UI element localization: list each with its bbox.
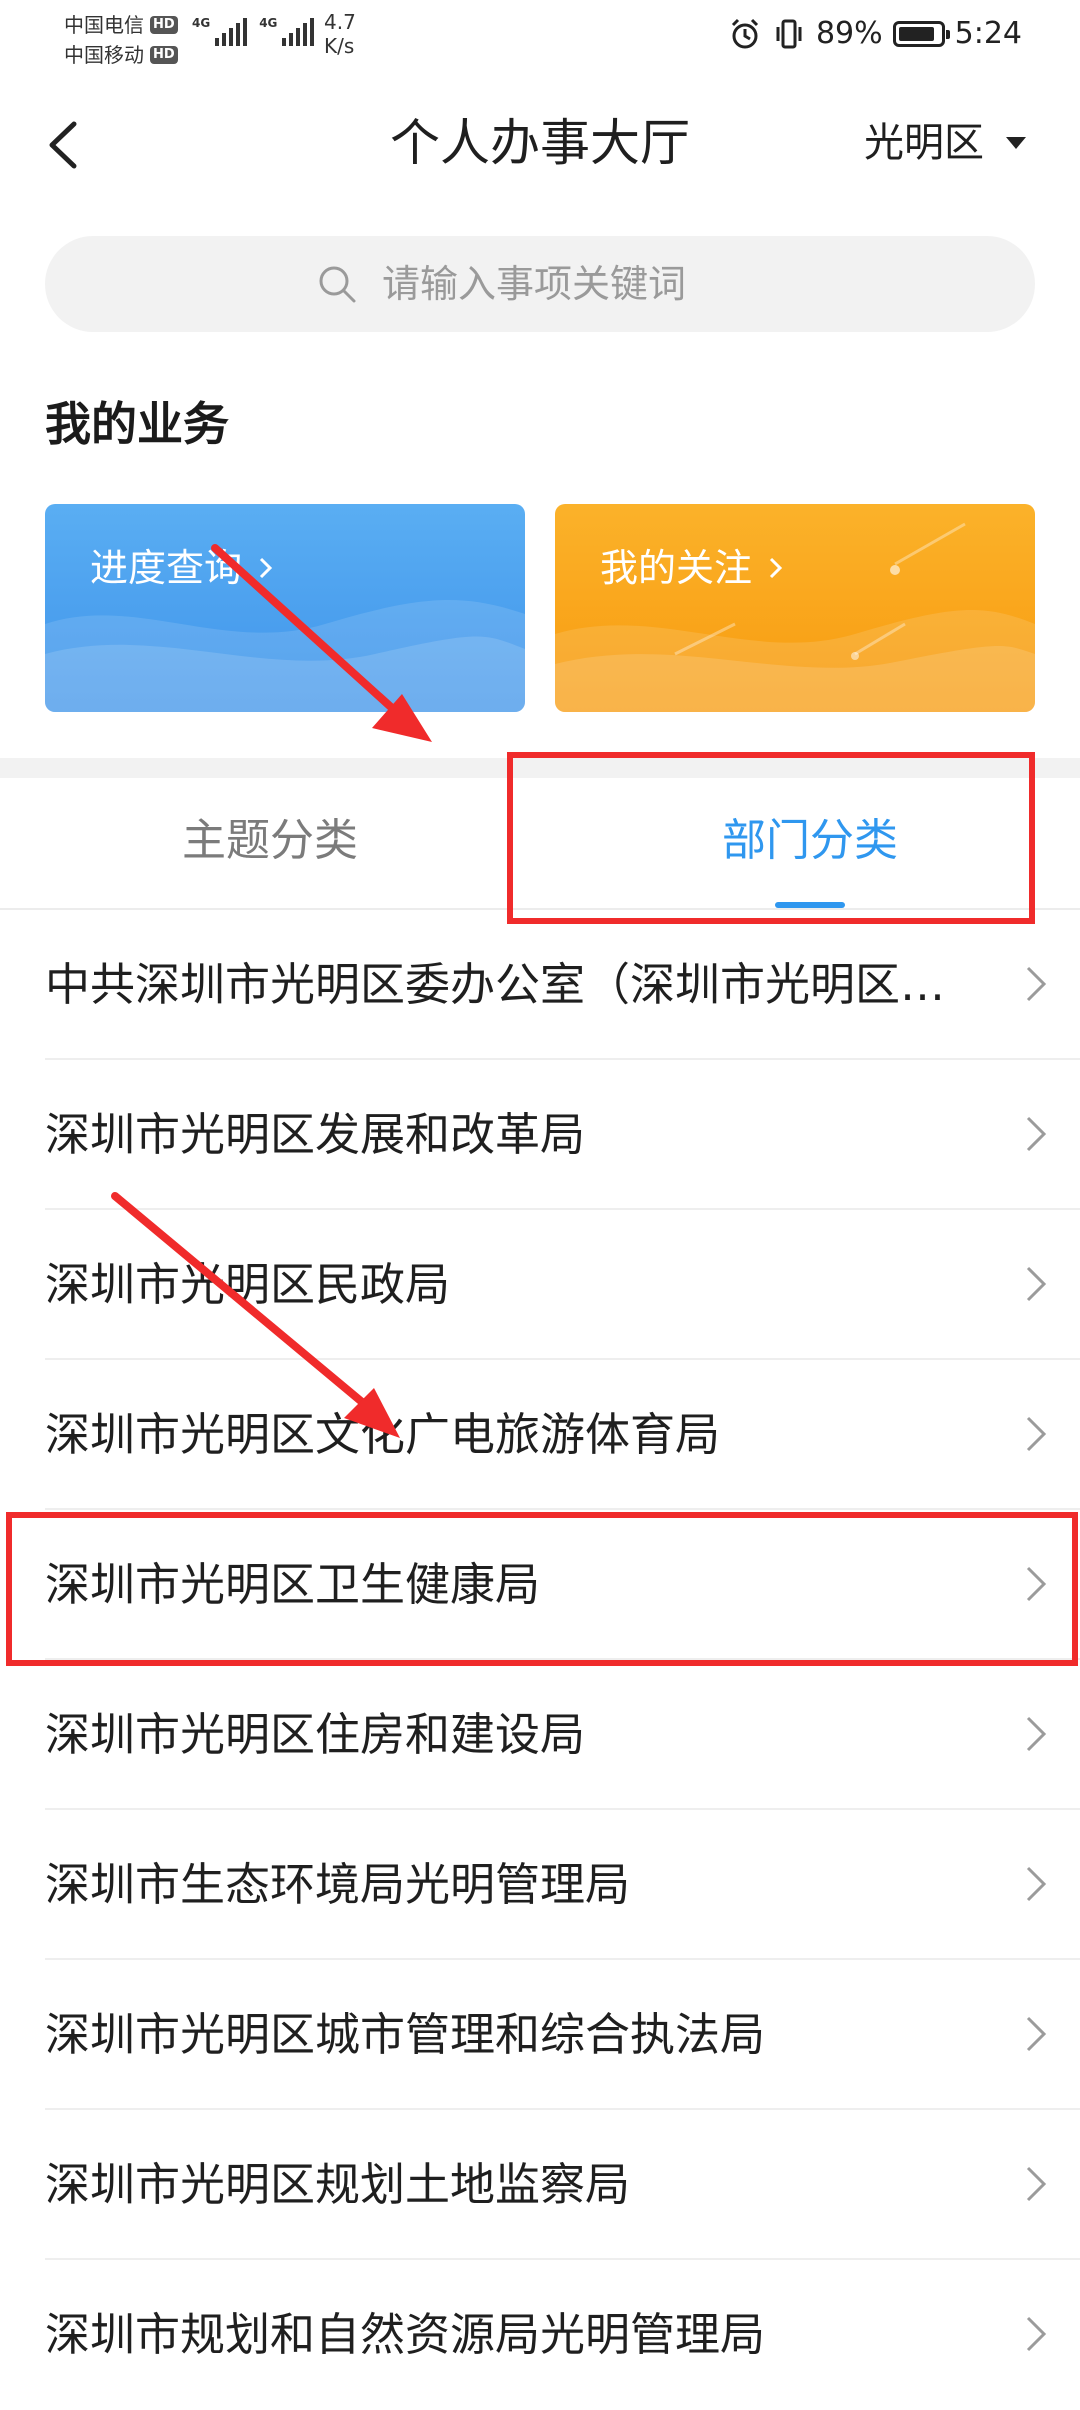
carrier-2: 中国移动 xyxy=(64,43,144,67)
chevron-right-icon xyxy=(1026,1416,1047,1452)
clock: 5:24 xyxy=(954,16,1022,51)
network-speed: 4.7 K/s xyxy=(324,10,356,58)
hd-badge: HD xyxy=(150,46,178,64)
battery-percent: 89% xyxy=(815,16,883,51)
list-item[interactable]: 深圳市光明区发展和改革局 xyxy=(0,1060,1080,1210)
department-name: 深圳市光明区民政局 xyxy=(45,1258,451,1311)
status-right: 89% 5:24 xyxy=(728,16,1022,51)
battery-icon xyxy=(892,20,950,47)
list-item[interactable]: 深圳市规划和自然资源局光明管理局 xyxy=(0,2260,1080,2410)
card-label: 我的关注 xyxy=(600,540,786,596)
chevron-right-icon xyxy=(1026,1116,1047,1152)
wave-decoration xyxy=(45,600,525,712)
department-name: 中共深圳市光明区委办公室（深圳市光明区… xyxy=(45,958,946,1011)
chevron-right-icon xyxy=(1026,1266,1047,1302)
signal-icon: 4G xyxy=(259,16,315,46)
hd-badge: HD xyxy=(150,16,178,34)
vibrate-icon xyxy=(776,19,802,48)
signal-icon: 4G xyxy=(192,16,248,46)
chevron-right-icon xyxy=(1026,1866,1047,1902)
chevron-right-icon xyxy=(1026,966,1047,1002)
chevron-right-icon xyxy=(1026,1716,1047,1752)
caret-down-icon xyxy=(1006,137,1026,149)
search-icon xyxy=(319,266,356,303)
search-bar[interactable] xyxy=(45,236,1035,332)
tab-theme-category[interactable]: 主题分类 xyxy=(0,806,540,876)
chevron-right-icon xyxy=(1026,2016,1047,2052)
list-item[interactable]: 深圳市生态环境局光明管理局 xyxy=(0,1810,1080,1960)
list-item[interactable]: 深圳市光明区住房和建设局 xyxy=(0,1660,1080,1810)
card-label: 进度查询 xyxy=(90,540,276,596)
district-label: 光明区 xyxy=(864,120,984,166)
progress-query-card[interactable]: 进度查询 xyxy=(45,504,525,712)
list-item[interactable]: 中共深圳市光明区委办公室（深圳市光明区… xyxy=(0,910,1080,1060)
department-name: 深圳市光明区文化广电旅游体育局 xyxy=(45,1408,721,1461)
department-name: 深圳市生态环境局光明管理局 xyxy=(45,1858,631,1911)
department-name: 深圳市光明区发展和改革局 xyxy=(45,1108,586,1161)
search-input[interactable] xyxy=(380,261,764,307)
department-name: 深圳市光明区住房和建设局 xyxy=(45,1708,586,1761)
chevron-right-icon xyxy=(1026,2166,1047,2202)
status-bar: 中国电信 HD 中国移动 HD 4G 4G 4.7 K/s 89% 5:24 xyxy=(0,0,1080,76)
alarm-icon xyxy=(731,18,758,48)
district-selector[interactable]: 光明区 xyxy=(864,112,1026,174)
list-item[interactable]: 深圳市光明区民政局 xyxy=(0,1210,1080,1360)
carrier-1: 中国电信 xyxy=(64,13,144,37)
chevron-right-icon xyxy=(1026,2316,1047,2352)
list-item[interactable]: 深圳市光明区城市管理和综合执法局 xyxy=(0,1960,1080,2110)
annotation-box-health-bureau xyxy=(6,1512,1078,1666)
department-name: 深圳市光明区城市管理和综合执法局 xyxy=(45,2008,766,2061)
wave-decoration xyxy=(555,522,1035,712)
my-follow-card[interactable]: 我的关注 xyxy=(555,504,1035,712)
signal-icons: 4G 4G xyxy=(192,16,315,46)
list-item[interactable]: 深圳市光明区规划土地监察局 xyxy=(0,2110,1080,2260)
chevron-right-icon xyxy=(259,557,273,579)
section-title: 我的业务 xyxy=(45,397,229,451)
chevron-right-icon xyxy=(769,557,783,579)
list-item[interactable]: 深圳市光明区文化广电旅游体育局 xyxy=(0,1360,1080,1510)
department-name: 深圳市光明区规划土地监察局 xyxy=(45,2158,631,2211)
carrier-info: 中国电信 HD 中国移动 HD xyxy=(64,10,178,70)
annotation-box-tab xyxy=(507,752,1035,924)
department-name: 深圳市规划和自然资源局光明管理局 xyxy=(45,2308,766,2361)
